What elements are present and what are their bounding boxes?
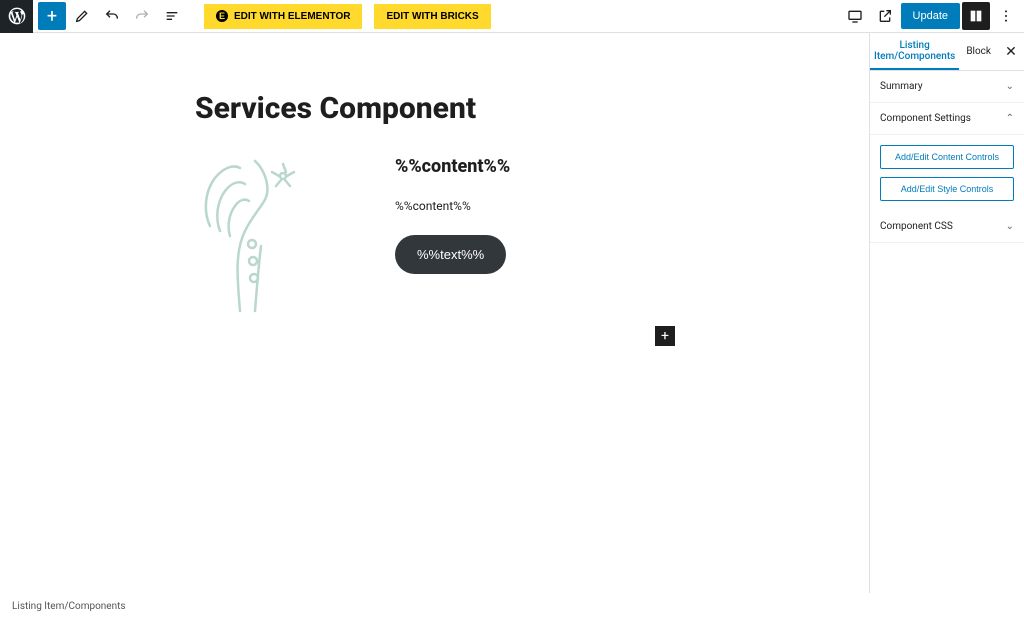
summary-section-header[interactable]: Summary ⌄ — [870, 71, 1024, 103]
editor-canvas[interactable]: Services Component — [0, 33, 869, 618]
component-css-header[interactable]: Component CSS ⌄ — [870, 211, 1024, 243]
content-button[interactable]: %%text%% — [395, 235, 506, 274]
close-sidebar-icon[interactable]: ✕ — [998, 33, 1024, 70]
component-css-label: Component CSS — [880, 221, 953, 232]
edit-with-elementor-button[interactable]: E EDIT WITH ELEMENTOR — [204, 4, 362, 29]
tab-listing-item[interactable]: Listing Item/Components — [870, 33, 959, 70]
elementor-icon: E — [216, 10, 228, 22]
page-title[interactable]: Services Component — [195, 91, 809, 126]
add-block-below-button[interactable]: + — [655, 326, 675, 346]
edit-tool-icon[interactable] — [68, 2, 96, 30]
wordpress-logo[interactable] — [0, 0, 33, 33]
settings-panel-toggle[interactable] — [962, 2, 990, 30]
view-desktop-icon[interactable] — [841, 2, 869, 30]
services-component-block[interactable]: %%content%% %%content%% %%text%% — [195, 156, 809, 316]
edit-with-bricks-button[interactable]: EDIT WITH BRICKS — [374, 4, 490, 29]
add-edit-content-controls-button[interactable]: Add/Edit Content Controls — [880, 145, 1014, 169]
summary-label: Summary — [880, 81, 923, 92]
component-settings-header[interactable]: Component Settings ⌃ — [870, 103, 1024, 135]
content-text[interactable]: %%content%% — [395, 199, 510, 213]
content-heading[interactable]: %%content%% — [395, 156, 510, 177]
elementor-label: EDIT WITH ELEMENTOR — [234, 11, 350, 22]
component-settings-label: Component Settings — [880, 113, 971, 124]
redo-icon[interactable] — [128, 2, 156, 30]
tab-block[interactable]: Block — [959, 33, 998, 70]
list-view-icon[interactable] — [158, 2, 186, 30]
top-toolbar: + E EDIT WITH ELEMENTOR EDIT WITH BRICKS… — [0, 0, 1024, 33]
add-edit-style-controls-button[interactable]: Add/Edit Style Controls — [880, 177, 1014, 201]
open-external-icon[interactable] — [871, 2, 899, 30]
chevron-up-icon: ⌃ — [1006, 113, 1014, 124]
chevron-down-icon: ⌄ — [1006, 221, 1014, 232]
update-button[interactable]: Update — [901, 3, 960, 29]
undo-icon[interactable] — [98, 2, 126, 30]
chevron-down-icon: ⌄ — [1006, 81, 1014, 92]
more-options-icon[interactable] — [992, 2, 1020, 30]
component-illustration — [195, 156, 335, 316]
settings-sidebar: Listing Item/Components Block ✕ Summary … — [869, 33, 1024, 593]
breadcrumb[interactable]: Listing Item/Components — [0, 595, 138, 618]
add-block-button[interactable]: + — [38, 2, 66, 30]
